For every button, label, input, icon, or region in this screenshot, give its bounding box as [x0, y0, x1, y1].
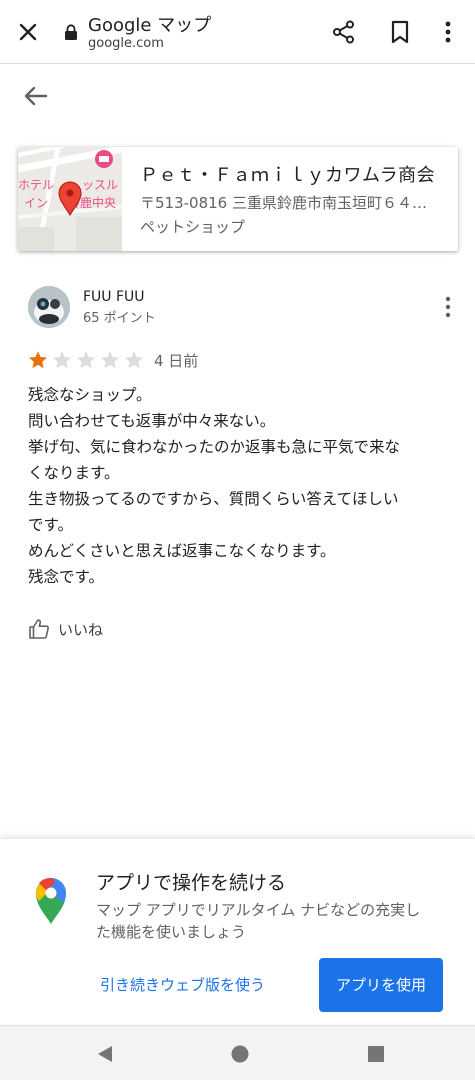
google-maps-logo-icon — [36, 877, 66, 924]
close-icon[interactable] — [14, 18, 42, 46]
review-text: 残念なショップ。 問い合わせても返事が中々来ない。 挙げ句、気に食わなかったのか… — [28, 382, 448, 590]
nav-recents-icon[interactable] — [367, 1045, 385, 1063]
star-empty-icon — [53, 351, 71, 369]
place-name[interactable]: Ｐｅｔ・Ｆａｍｉｌｙカワムラ商会 — [140, 161, 435, 187]
star-empty-icon — [77, 351, 95, 369]
like-label: いいね — [58, 620, 104, 639]
hotel-icon — [95, 150, 113, 168]
bookmark-icon[interactable] — [386, 18, 414, 46]
map-label: ッスル — [82, 178, 118, 192]
review-line: くなります。 — [28, 464, 120, 482]
reviewer-points: 65 ポイント — [83, 311, 156, 326]
back-arrow-icon[interactable] — [20, 80, 52, 112]
app-promo-sheet: アプリで操作を続ける マップ アプリでリアルタイム ナビなどの充実し た機能を使… — [0, 838, 475, 1025]
star-empty-icon — [125, 351, 143, 369]
more-vert-icon[interactable] — [436, 18, 460, 46]
continue-web-button[interactable]: 引き続きウェブ版を使う — [100, 969, 265, 1001]
thumb-up-icon — [29, 619, 49, 639]
use-app-button[interactable]: アプリを使用 — [319, 958, 443, 1012]
review-line: 残念なショップ。 — [28, 386, 152, 404]
review-line: 生き物扱ってるのですから、質問くらい答えてほしい — [28, 490, 399, 508]
nav-back-icon[interactable] — [96, 1045, 114, 1063]
page-title: Google マップ — [88, 15, 212, 36]
promo-line: た機能を使いましょう — [96, 923, 247, 941]
map-label: ホテル — [18, 178, 54, 192]
promo-title: アプリで操作を続ける — [96, 872, 287, 894]
review-line: 問い合わせても返事が中々来ない。 — [28, 412, 276, 430]
star-rating — [28, 350, 148, 370]
review-line: です。 — [28, 516, 73, 534]
nav-home-icon[interactable] — [231, 1045, 249, 1063]
share-icon[interactable] — [330, 18, 358, 46]
system-nav-bar — [0, 1025, 475, 1080]
star-filled-icon — [29, 351, 47, 369]
lock-icon — [65, 24, 77, 40]
map-label: イン — [24, 196, 48, 210]
star-empty-icon — [101, 351, 119, 369]
browser-toolbar: Google マップ google.com — [0, 0, 475, 64]
review-date: 4 日前 — [154, 352, 199, 370]
place-category: ペットショップ — [140, 218, 246, 236]
avatar[interactable] — [28, 286, 70, 328]
review-line: 挙げ句、気に食わなかったのか返事も急に平気で来な — [28, 438, 401, 456]
place-address: 〒513-0816 三重県鈴鹿市南玉垣町６４… — [140, 194, 427, 212]
map-thumbnail: ホテル ッスル イン 鈴鹿中央 — [18, 147, 122, 251]
review-line: 残念です。 — [28, 568, 104, 586]
like-button[interactable]: いいね — [28, 617, 103, 641]
avatar-image — [28, 286, 70, 328]
promo-line: マップ アプリでリアルタイム ナビなどの充実し — [96, 901, 421, 919]
promo-description: マップ アプリでリアルタイム ナビなどの充実し た機能を使いましょう — [96, 899, 456, 943]
reviewer-name[interactable]: FUU FUU — [83, 289, 145, 305]
more-vert-icon[interactable] — [438, 294, 458, 320]
page-url: google.com — [88, 36, 164, 51]
review-line: めんどくさいと思えば返事こなくなります。 — [28, 542, 336, 560]
place-card[interactable]: ホテル ッスル イン 鈴鹿中央 Ｐｅｔ・Ｆａｍｉｌｙカワムラ商会 〒513-08… — [18, 147, 458, 251]
